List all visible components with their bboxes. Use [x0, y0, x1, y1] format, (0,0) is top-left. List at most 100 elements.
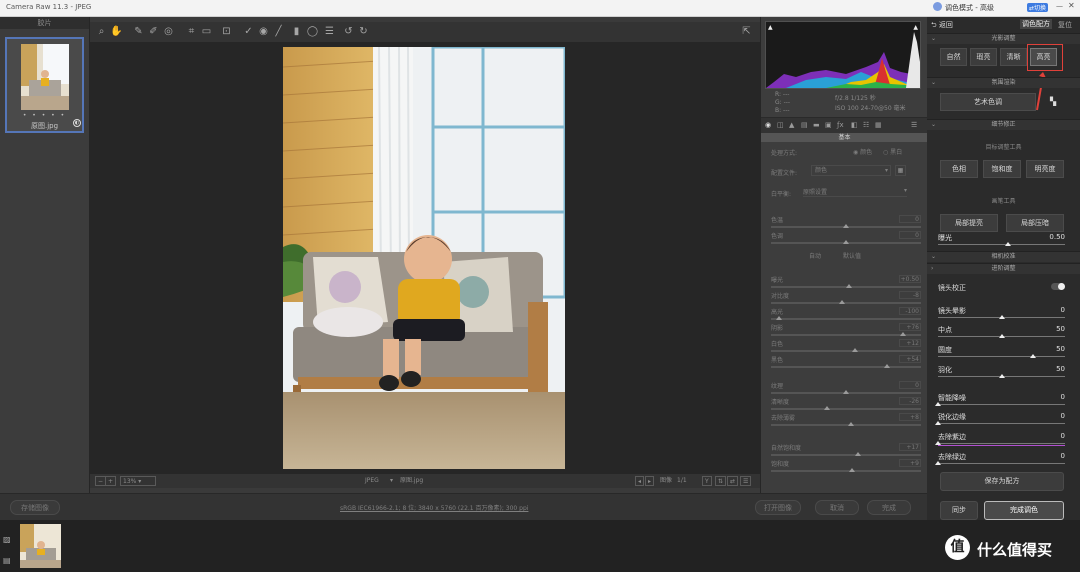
calibration-tab-icon[interactable]: ◧: [851, 121, 858, 129]
slider-track[interactable]: [771, 318, 921, 320]
targeted-adjustment-icon[interactable]: ◎: [162, 25, 175, 38]
white-balance-tool-icon[interactable]: ✎: [132, 25, 145, 38]
settings-icon[interactable]: ☰: [740, 476, 752, 486]
hand-tool-icon[interactable]: ✋: [110, 25, 123, 38]
slider-value-field[interactable]: -8: [899, 291, 921, 299]
target-adjust-button-2[interactable]: 明亮度: [1026, 160, 1064, 178]
slider-track[interactable]: [771, 470, 921, 472]
slider-track[interactable]: [938, 463, 1065, 464]
save-image-button[interactable]: 存储图像: [10, 500, 60, 515]
vignette-slider-3[interactable]: 羽化 50: [938, 365, 1065, 381]
slider-knob[interactable]: [900, 332, 906, 336]
lens-tab-icon[interactable]: ▣: [825, 121, 832, 129]
slider-knob[interactable]: [883, 364, 890, 368]
slider-value-field[interactable]: +12: [899, 339, 921, 347]
bottom-thumbnail[interactable]: [20, 524, 61, 568]
close-icon[interactable]: ✕: [1068, 1, 1075, 10]
straighten-tool-icon[interactable]: ▭: [200, 25, 213, 38]
light-preset-button-0[interactable]: 自然: [940, 48, 967, 66]
profile-select[interactable]: 颜色 ▾: [811, 165, 891, 176]
slider-value-field[interactable]: -100: [899, 307, 921, 315]
target-adjust-button-1[interactable]: 饱和度: [983, 160, 1021, 178]
sync-button[interactable]: 同步: [940, 501, 978, 520]
fullscreen-icon[interactable]: ⇱: [740, 25, 753, 38]
minimize-icon[interactable]: —: [1056, 2, 1063, 10]
compare-icon[interactable]: ⇅: [715, 476, 727, 486]
spot-removal-icon[interactable]: ✓: [242, 25, 255, 38]
hsl-tab-icon[interactable]: ▤: [801, 121, 808, 129]
slider-track[interactable]: [771, 454, 921, 456]
brush-adjust-button-0[interactable]: 局部提亮: [940, 214, 998, 232]
slider-knob[interactable]: [843, 240, 849, 244]
slider-value-field[interactable]: 0: [899, 231, 921, 239]
white-balance-select[interactable]: 原照设置 ▾: [803, 187, 907, 197]
slider-knob[interactable]: [849, 468, 855, 472]
zoom-in-button[interactable]: +: [105, 476, 117, 486]
shadow-clip-icon[interactable]: ▲: [768, 24, 773, 31]
detail-section-header[interactable]: ⌄ 细节修正: [927, 119, 1080, 130]
default-link[interactable]: 默认值: [843, 251, 861, 260]
light-section-header[interactable]: ⌄ 光影调整: [927, 33, 1080, 44]
basic-tab-icon[interactable]: ◉: [765, 121, 771, 129]
lens-correction-toggle[interactable]: [1051, 283, 1065, 290]
exposure-slider[interactable]: 曝光 0.50: [938, 233, 1065, 249]
slider-knob[interactable]: [843, 224, 849, 228]
thumbnail-rating[interactable]: • • • • •: [7, 112, 82, 119]
slider-knob[interactable]: [855, 452, 861, 456]
zoom-tool-icon[interactable]: ⌕: [95, 25, 108, 38]
slider-value-field[interactable]: -26: [899, 397, 921, 405]
slider-knob[interactable]: [843, 390, 849, 394]
save-recipe-button[interactable]: 保存为配方: [940, 472, 1064, 491]
red-eye-icon[interactable]: ◉: [257, 25, 270, 38]
auto-link[interactable]: 自动: [809, 251, 821, 260]
slider-knob[interactable]: [838, 300, 845, 304]
slider-value-field[interactable]: +0.50: [899, 275, 921, 283]
slider-track[interactable]: [771, 334, 921, 336]
exposure-knob[interactable]: [1004, 242, 1011, 246]
slider-value-field[interactable]: +17: [899, 443, 921, 451]
radial-filter-icon[interactable]: ◯: [306, 25, 319, 38]
slider-value-field[interactable]: +9: [899, 459, 921, 467]
vignette-slider-0[interactable]: 镜头晕影 0: [938, 306, 1065, 322]
sharpen-slider-1[interactable]: 锐化边缘 0: [935, 412, 1065, 428]
image-icon[interactable]: ▨: [3, 535, 11, 544]
slider-knob[interactable]: [935, 461, 941, 465]
effects-tab-icon[interactable]: ƒx: [837, 121, 844, 129]
slider-value-field[interactable]: +54: [899, 355, 921, 363]
slider-knob[interactable]: [846, 284, 852, 288]
slider-track[interactable]: [938, 423, 1065, 424]
sharpen-slider-0[interactable]: 智能降噪 0: [935, 393, 1065, 409]
rotate-left-icon[interactable]: ↺: [342, 25, 355, 38]
art-tone-button[interactable]: 艺术色调: [940, 93, 1036, 111]
folder-icon[interactable]: ▤: [3, 556, 11, 565]
finish-toning-button[interactable]: 完成调色: [984, 501, 1064, 520]
split-toning-tab-icon[interactable]: ▬: [813, 121, 820, 129]
next-image-button[interactable]: ▸: [645, 476, 655, 486]
transform-tool-icon[interactable]: ⊡: [220, 25, 233, 38]
vignette-slider-2[interactable]: 圆度 50: [938, 345, 1065, 361]
advanced-section-header[interactable]: › 进阶调整: [927, 263, 1080, 274]
switch-button[interactable]: ⇄切换: [1027, 3, 1049, 12]
profile-browser-icon[interactable]: ▦: [895, 165, 906, 176]
zoom-select[interactable]: 13% ▾: [120, 476, 156, 486]
slider-track[interactable]: [771, 366, 921, 368]
slider-knob[interactable]: [847, 422, 854, 426]
slider-track[interactable]: [938, 404, 1065, 405]
slider-track[interactable]: [771, 350, 921, 352]
slider-value-field[interactable]: +76: [899, 323, 921, 331]
slider-knob[interactable]: [823, 406, 830, 410]
color-sampler-tool-icon[interactable]: ✐: [147, 25, 160, 38]
atmosphere-section-header[interactable]: ⌄ 氛围渲染: [927, 77, 1080, 88]
basic-slider-10[interactable]: 去除薄雾 +8: [771, 413, 921, 433]
slider-knob[interactable]: [775, 316, 782, 320]
rotate-right-icon[interactable]: ↻: [357, 25, 370, 38]
brush-adjust-button-1[interactable]: 局部压暗: [1006, 214, 1064, 232]
light-preset-button-1[interactable]: 瑕亮: [970, 48, 997, 66]
cancel-button[interactable]: 取消: [815, 500, 859, 515]
slider-track[interactable]: [771, 408, 921, 410]
done-button[interactable]: 完成: [867, 500, 911, 515]
reset-button[interactable]: 复位: [1058, 20, 1072, 30]
slider-knob[interactable]: [935, 402, 941, 406]
swap-icon[interactable]: ⇄: [727, 476, 739, 486]
camera-calibration-header[interactable]: ⌄ 相机校准: [927, 251, 1080, 262]
